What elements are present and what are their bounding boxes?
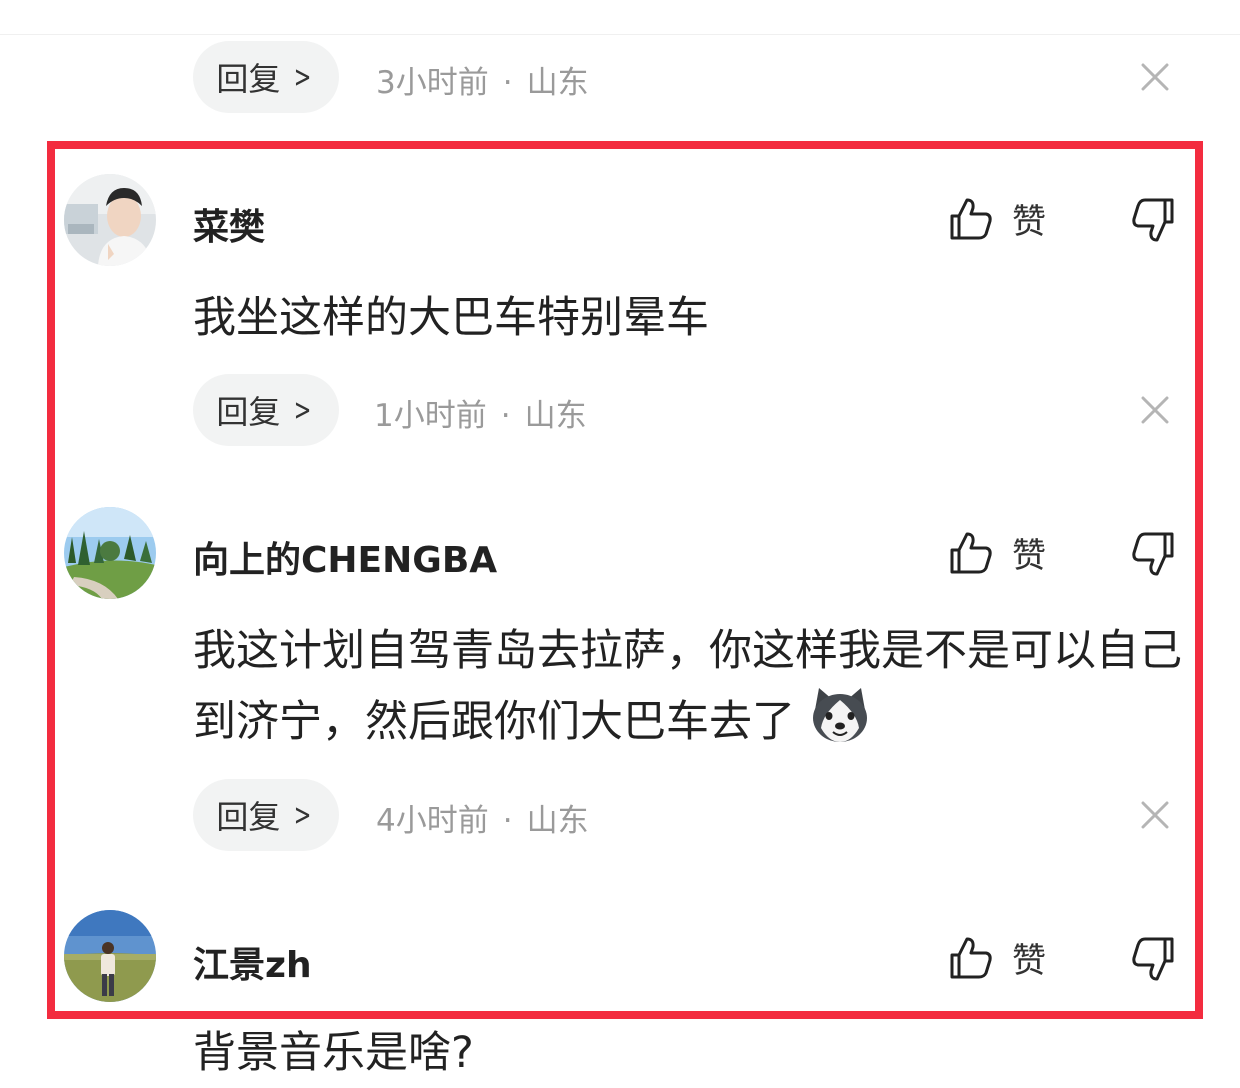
reply-label: 回复 bbox=[216, 798, 281, 836]
reply-button[interactable]: 回复 > bbox=[193, 374, 339, 446]
dog-emoji-icon bbox=[812, 688, 867, 742]
thumbs-down-icon[interactable] bbox=[1128, 196, 1176, 244]
comment-location: 山东 bbox=[524, 398, 587, 434]
reply-label: 回复 bbox=[216, 393, 281, 431]
comment-time: 4小时前 bbox=[376, 803, 489, 839]
like-label: 赞 bbox=[1012, 941, 1046, 981]
thumbs-up-icon bbox=[950, 198, 992, 239]
reply-button[interactable]: 回复 > bbox=[193, 779, 339, 851]
meta-separator: · bbox=[502, 803, 513, 839]
comment-text: 我坐这样的大巴车特别晕车 bbox=[193, 293, 709, 343]
comment-text: 背景音乐是啥? bbox=[193, 1028, 474, 1078]
meta-separator: · bbox=[502, 65, 513, 101]
like-label: 赞 bbox=[1012, 536, 1046, 576]
comment-meta: 3小时前 · 山东 bbox=[376, 57, 589, 102]
avatar[interactable] bbox=[64, 507, 156, 599]
username[interactable]: 菜樊 bbox=[193, 198, 265, 250]
chevron-right-icon: > bbox=[294, 797, 312, 833]
comment-location: 山东 bbox=[526, 65, 589, 101]
username[interactable]: 江景zh bbox=[193, 936, 312, 988]
chevron-right-icon: > bbox=[294, 392, 312, 428]
thumbs-down-icon[interactable] bbox=[1128, 935, 1176, 983]
close-icon[interactable] bbox=[1138, 60, 1172, 94]
reply-label: 回复 bbox=[216, 60, 281, 98]
comment-meta: 1小时前 · 山东 bbox=[374, 390, 587, 435]
like-button[interactable]: 赞 bbox=[948, 194, 1046, 243]
comment-time: 1小时前 bbox=[374, 398, 487, 434]
avatar[interactable] bbox=[64, 910, 156, 1002]
username[interactable]: 向上的CHENGBA bbox=[193, 531, 497, 583]
chevron-right-icon: > bbox=[294, 59, 312, 95]
top-divider bbox=[0, 34, 1240, 35]
reply-button[interactable]: 回复 > bbox=[193, 41, 339, 113]
comment-meta: 4小时前 · 山东 bbox=[376, 795, 589, 840]
like-label: 赞 bbox=[1012, 202, 1046, 242]
comment-time: 3小时前 bbox=[376, 65, 489, 101]
comment-text: 我这计划自驾青岛去拉萨，你这样我是不是可以自己到济宁，然后跟你们大巴车去了 bbox=[193, 616, 1183, 757]
close-icon[interactable] bbox=[1138, 393, 1172, 427]
thumbs-down-icon[interactable] bbox=[1128, 530, 1176, 578]
comment-location: 山东 bbox=[526, 803, 589, 839]
like-button[interactable]: 赞 bbox=[948, 933, 1046, 982]
thumbs-up-icon bbox=[950, 532, 992, 573]
close-icon[interactable] bbox=[1138, 798, 1172, 832]
meta-separator: · bbox=[500, 398, 511, 434]
comment-text-content: 我这计划自驾青岛去拉萨，你这样我是不是可以自己到济宁，然后跟你们大巴车去了 bbox=[193, 626, 1182, 747]
thumbs-up-icon bbox=[950, 937, 992, 978]
avatar[interactable] bbox=[64, 174, 156, 266]
like-button[interactable]: 赞 bbox=[948, 528, 1046, 577]
